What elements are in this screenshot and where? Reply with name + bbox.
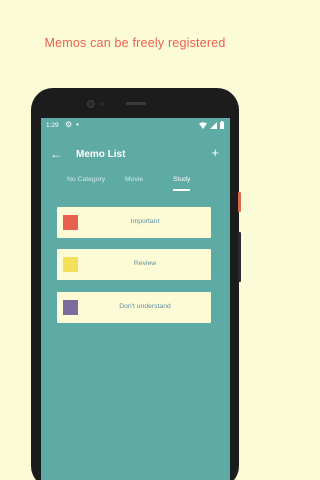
memo-color-swatch (63, 300, 78, 315)
settings-status-icon: ⚙ (65, 120, 73, 129)
status-bar: 1:29 ⚙ • (41, 118, 230, 134)
phone-volume-button (238, 232, 241, 282)
promo-headline: Memos can be freely registered (44, 36, 226, 50)
category-tabs: No Category Movie Study (41, 173, 230, 193)
tab-movie[interactable]: Movie (125, 176, 143, 183)
tab-no-category[interactable]: No Category (67, 176, 105, 183)
wifi-icon (199, 121, 207, 129)
battery-icon (220, 121, 224, 129)
phone-speaker (126, 102, 146, 105)
app-bar: ← Memo List + (41, 144, 230, 168)
page-title: Memo List (76, 149, 126, 160)
memo-item-important[interactable]: Important (57, 207, 211, 238)
phone-camera (87, 100, 95, 108)
app-screen: 1:29 ⚙ • ← Memo List + No Category Movie… (41, 118, 230, 480)
tab-study[interactable]: Study (173, 176, 190, 183)
status-time: 1:29 (46, 122, 59, 129)
memo-item-dont-understand[interactable]: Don't understand (57, 292, 211, 323)
signal-icon (210, 121, 217, 129)
status-icons (199, 121, 224, 129)
phone-sensor (100, 102, 104, 106)
memo-color-swatch (63, 215, 78, 230)
add-memo-button[interactable]: + (211, 145, 219, 161)
back-arrow-icon[interactable]: ← (50, 146, 62, 162)
memo-label: Important (130, 218, 160, 225)
phone-power-button (238, 192, 241, 212)
notification-dot-icon: • (76, 120, 79, 129)
memo-item-review[interactable]: Review (57, 249, 211, 280)
memo-label: Review (133, 260, 157, 267)
memo-label: Don't understand (119, 303, 171, 310)
memo-color-swatch (63, 257, 78, 272)
active-tab-indicator (173, 189, 190, 191)
